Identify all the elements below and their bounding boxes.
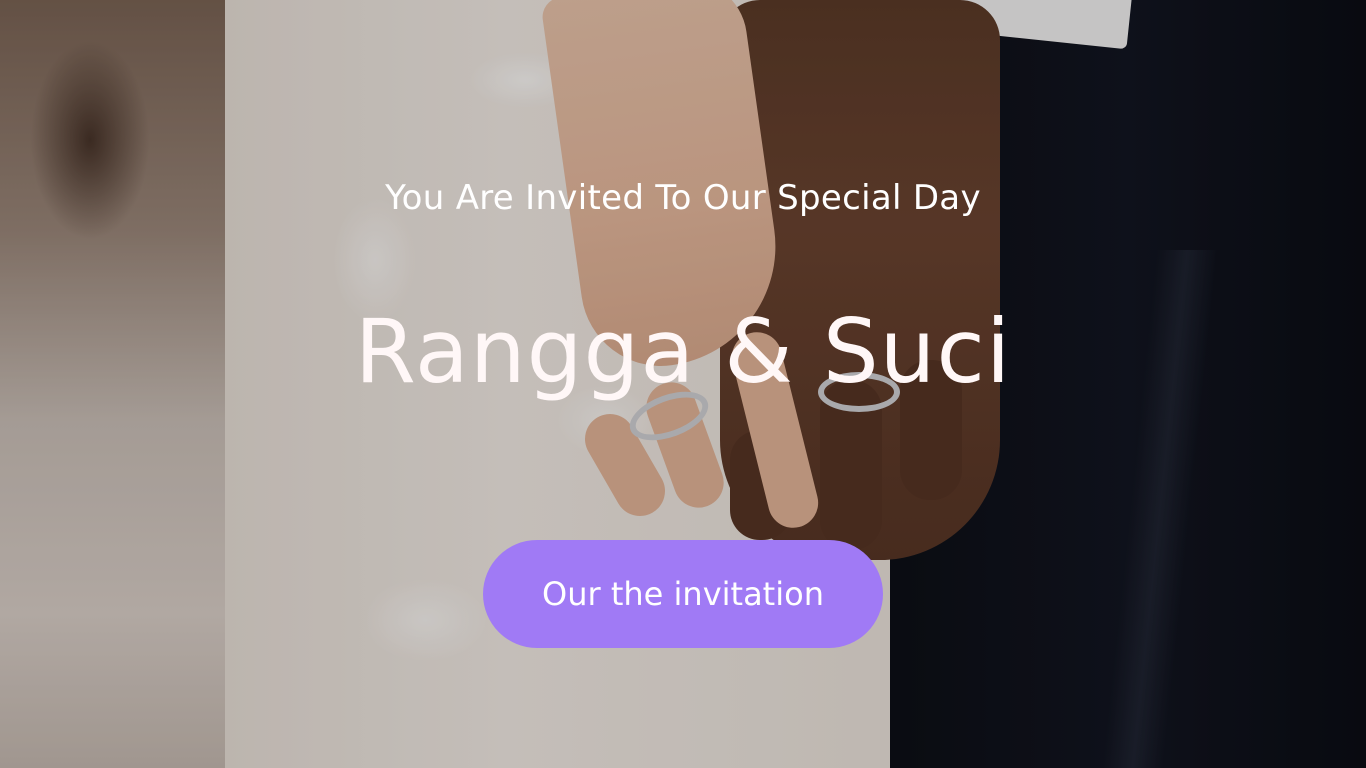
- hero-content: You Are Invited To Our Special Day Rangg…: [0, 0, 1366, 768]
- invitation-subtitle: You Are Invited To Our Special Day: [385, 178, 981, 218]
- hero-section: You Are Invited To Our Special Day Rangg…: [0, 0, 1366, 768]
- couple-names-heading: Rangga & Suci: [354, 300, 1012, 403]
- open-invitation-button[interactable]: Our the invitation: [483, 540, 883, 648]
